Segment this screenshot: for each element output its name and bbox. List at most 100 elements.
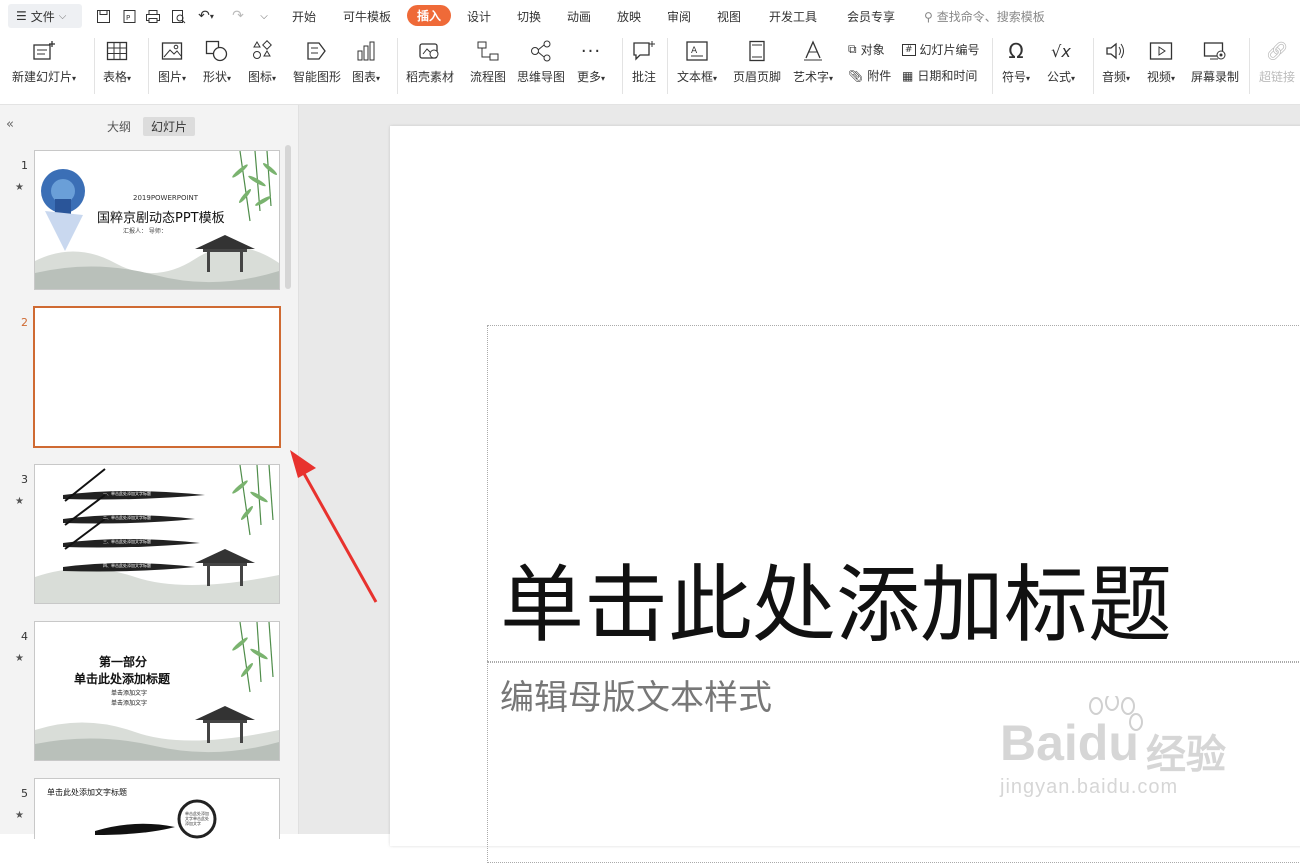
slide-thumbnail-5[interactable]: 单击此处添加文字标题 单击此处添加文字单击此处添加文字 bbox=[34, 778, 280, 839]
video-icon bbox=[1148, 38, 1174, 64]
tab-outline[interactable]: 大纲 bbox=[99, 117, 139, 136]
comment-button[interactable]: 批注 bbox=[631, 32, 657, 85]
mindmap-button[interactable]: 思维导图 bbox=[517, 32, 565, 85]
slide-thumbnail-1[interactable]: 2019POWERPOINT 国粹京剧动态PPT模板 汇报人： 导师： bbox=[34, 150, 280, 290]
slide-thumbnail-panel: « 大纲 幻灯片 1 ★ 2019POWERPOINT 国粹京剧动态PPT模板 … bbox=[0, 105, 299, 839]
flowchart-icon bbox=[475, 38, 501, 64]
tab-transitions[interactable]: 切换 bbox=[517, 8, 541, 25]
panel-scrollbar[interactable] bbox=[285, 145, 291, 289]
smart-art-label: 智能图形 bbox=[293, 70, 342, 84]
slide-thumbnail-2-selected[interactable] bbox=[33, 306, 281, 448]
picture-button[interactable]: 图片▾ bbox=[158, 32, 186, 85]
header-footer-icon bbox=[744, 38, 770, 64]
symbol-button[interactable]: Ω 符号▾ bbox=[1002, 32, 1030, 85]
chart-button[interactable]: 图表▾ bbox=[352, 32, 380, 85]
hyperlink-button[interactable]: 🔗︎ 超链接 bbox=[1259, 32, 1295, 85]
slide-number-button[interactable]: # 幻灯片编号 bbox=[902, 41, 980, 58]
save-icon[interactable] bbox=[94, 7, 112, 25]
textbox-button[interactable]: A 文本框▾ bbox=[677, 32, 717, 85]
command-search[interactable]: ⚲ 查找命令、搜索模板 bbox=[924, 8, 1045, 25]
symbol-label: 符号 bbox=[1002, 70, 1027, 84]
more-icon: ··· bbox=[580, 40, 602, 62]
screen-record-button[interactable]: 屏幕录制 bbox=[1191, 32, 1239, 85]
audio-button[interactable]: 音频▾ bbox=[1102, 32, 1130, 85]
paperclip-icon: 📎︎ bbox=[848, 68, 864, 83]
ribbon-divider bbox=[94, 38, 95, 94]
object-icon: ⧉ bbox=[848, 42, 857, 56]
tab-review[interactable]: 审阅 bbox=[667, 8, 691, 25]
redo-icon[interactable]: ↷ bbox=[229, 7, 247, 25]
collapse-panel-icon[interactable]: « bbox=[6, 117, 14, 132]
tab-keniu-templates[interactable]: 可牛模板 bbox=[343, 8, 391, 25]
docer-material-button[interactable]: 稻壳素材 bbox=[406, 32, 454, 85]
tab-slideshow[interactable]: 放映 bbox=[617, 8, 641, 25]
icon-library-label: 图标 bbox=[248, 70, 273, 84]
slide-subtitle-text[interactable]: 编辑母版文本样式 bbox=[500, 670, 772, 719]
undo-icon[interactable]: ↶ ▾ bbox=[195, 7, 217, 25]
omega-icon: Ω bbox=[1008, 39, 1024, 63]
slide-title-text[interactable]: 单击此处添加标题 bbox=[500, 538, 1172, 659]
slide1-title: 国粹京剧动态PPT模板 bbox=[97, 211, 225, 226]
attachment-button[interactable]: 📎︎ 附件 bbox=[848, 67, 891, 84]
picture-label: 图片 bbox=[158, 70, 183, 84]
print-icon[interactable] bbox=[144, 7, 162, 25]
tab-home[interactable]: 开始 bbox=[292, 8, 316, 25]
slide5-text: 单击此处添加文字单击此处添加文字 bbox=[185, 811, 209, 826]
ribbon-divider bbox=[622, 38, 623, 94]
print-preview-icon[interactable] bbox=[169, 7, 187, 25]
shape-button[interactable]: 形状▾ bbox=[203, 32, 231, 85]
shape-label: 形状 bbox=[203, 70, 228, 84]
tab-view[interactable]: 视图 bbox=[717, 8, 741, 25]
video-button[interactable]: 视频▾ bbox=[1147, 32, 1175, 85]
date-time-button[interactable]: ▦ 日期和时间 bbox=[902, 67, 977, 84]
textbox-icon: A bbox=[684, 38, 710, 64]
slide-thumbnail-3[interactable]: 一、单击此处添加文字标题 二、单击此处添加文字标题 三、单击此处添加文字标题 四… bbox=[34, 464, 280, 604]
search-icon: ⚲ bbox=[924, 9, 933, 24]
customize-quick-access-icon[interactable]: ⌵ bbox=[255, 7, 273, 25]
icon-library-icon bbox=[249, 38, 275, 64]
animation-star-icon: ★ bbox=[15, 496, 24, 507]
picture-icon bbox=[159, 38, 185, 64]
speaker-icon bbox=[1103, 38, 1129, 64]
chart-label: 图表 bbox=[352, 70, 377, 84]
audio-label: 音频 bbox=[1102, 70, 1127, 84]
svg-text:P: P bbox=[126, 14, 130, 22]
table-label: 表格 bbox=[103, 70, 128, 84]
table-button[interactable]: 表格▾ bbox=[103, 32, 131, 85]
slide-number: 2 bbox=[21, 316, 28, 329]
new-slide-button[interactable]: 新建幻灯片▾ bbox=[12, 32, 76, 85]
video-label: 视频 bbox=[1147, 70, 1172, 84]
material-icon bbox=[417, 38, 443, 64]
tab-slides[interactable]: 幻灯片 bbox=[143, 117, 196, 136]
slide-number-icon: # bbox=[902, 43, 916, 56]
bar-chart-icon bbox=[353, 38, 379, 64]
panel-tabs: « 大纲 幻灯片 bbox=[0, 115, 298, 139]
slide4-bullet: 单击添加文字 bbox=[111, 690, 148, 697]
export-pdf-icon[interactable]: P bbox=[120, 7, 138, 25]
svg-text:A: A bbox=[691, 46, 698, 56]
smart-art-icon bbox=[304, 38, 330, 64]
new-slide-icon bbox=[31, 38, 57, 64]
icon-library-button[interactable]: 图标▾ bbox=[248, 32, 276, 85]
mindmap-icon bbox=[528, 38, 554, 64]
section-slide-art bbox=[35, 622, 279, 760]
tab-design[interactable]: 设计 bbox=[467, 8, 491, 25]
wordart-button[interactable]: 艺术字▾ bbox=[793, 32, 833, 85]
file-menu-button[interactable]: ☰ 文件 ⌵ bbox=[8, 4, 82, 28]
formula-button[interactable]: √x 公式▾ bbox=[1047, 32, 1075, 85]
tab-insert[interactable]: 插入 bbox=[407, 5, 452, 26]
slide-thumbnail-4[interactable]: 第一部分 单击此处添加标题 单击添加文字 单击添加文字 bbox=[34, 621, 280, 761]
header-footer-button[interactable]: 页眉页脚 bbox=[733, 32, 781, 85]
watermark-brand-cn: 经验 bbox=[1146, 732, 1226, 778]
flowchart-button[interactable]: 流程图 bbox=[470, 32, 506, 85]
slide3-item: 四、单击此处添加文字标题 bbox=[103, 563, 151, 568]
tab-developer[interactable]: 开发工具 bbox=[769, 8, 817, 25]
more-button[interactable]: ··· 更多▾ bbox=[577, 32, 605, 85]
formula-label: 公式 bbox=[1047, 70, 1072, 84]
tab-animations[interactable]: 动画 bbox=[567, 8, 591, 25]
slide1-reporter: 汇报人： 导师： bbox=[123, 228, 167, 235]
tab-member[interactable]: 会员专享 bbox=[847, 8, 895, 25]
slide-number: 1 bbox=[21, 159, 28, 172]
object-button[interactable]: ⧉ 对象 bbox=[848, 41, 885, 58]
smart-art-button[interactable]: 智能图形 bbox=[293, 32, 341, 85]
